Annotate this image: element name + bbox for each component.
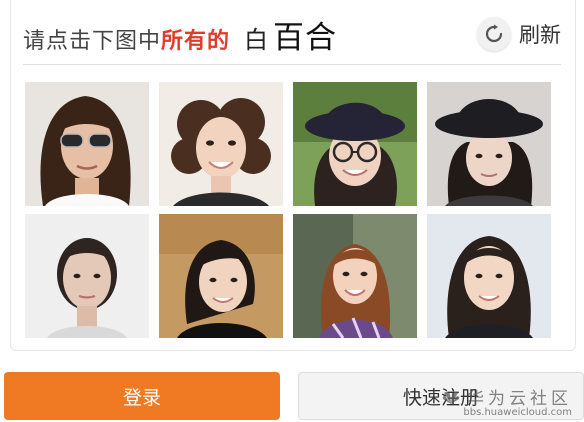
login-button-label[interactable]: 登录 xyxy=(123,383,161,410)
captcha-image-7[interactable] xyxy=(293,214,417,338)
captcha-prompt: 请点击下图中所有的白百合 xyxy=(23,12,337,57)
watermark: 华为云社区 bbs.huaweicloud.com xyxy=(441,384,572,418)
prompt-target-word: 百合 xyxy=(273,19,338,56)
refresh-icon[interactable] xyxy=(477,17,511,51)
prompt-highlight: 所有的 xyxy=(161,28,231,54)
captcha-image-1[interactable] xyxy=(25,82,149,206)
watermark-sub: bbs.huaweicloud.com xyxy=(463,407,572,418)
huawei-logo-icon xyxy=(442,391,460,404)
captcha-image-6[interactable] xyxy=(159,214,283,338)
refresh-control[interactable]: 刷新 xyxy=(477,14,561,54)
captcha-image-3[interactable] xyxy=(293,82,417,206)
captcha-image-4[interactable] xyxy=(427,82,551,206)
captcha-header: 请点击下图中所有的白百合 刷新 xyxy=(23,12,561,57)
captcha-panel: 请点击下图中所有的白百合 刷新 xyxy=(10,0,576,351)
captcha-image-5[interactable] xyxy=(25,214,149,338)
watermark-main: 华为云社区 xyxy=(441,384,572,409)
captcha-image-grid xyxy=(25,82,553,338)
prompt-lead: 请点击下图中 xyxy=(23,28,162,54)
header-divider xyxy=(23,64,561,65)
captcha-image-2[interactable] xyxy=(159,82,283,206)
captcha-image-8[interactable] xyxy=(427,214,551,338)
login-button[interactable]: 登录 xyxy=(4,372,280,420)
refresh-label[interactable]: 刷新 xyxy=(519,19,561,49)
prompt-target-char: 白 xyxy=(244,25,270,54)
